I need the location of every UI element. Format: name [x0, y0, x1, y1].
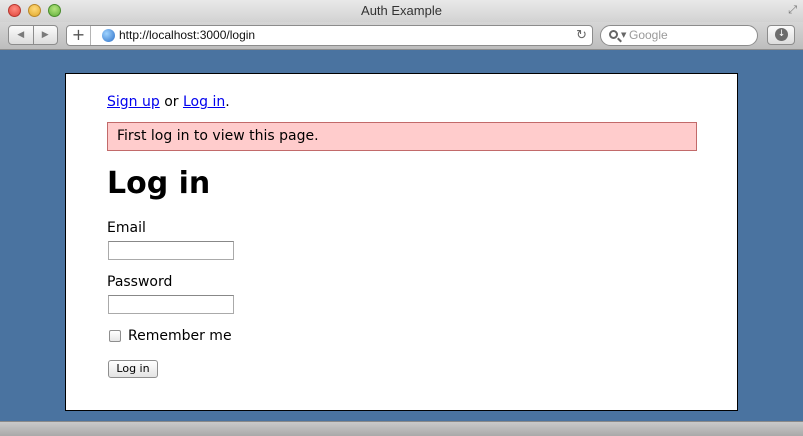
- login-link[interactable]: Log in: [183, 94, 225, 110]
- content-container: Sign up or Log in. First log in to view …: [65, 73, 738, 411]
- nav-separator: or: [159, 94, 183, 110]
- browser-toolbar: ◀ ▶ + http://localhost:3000/login ↻ ▼ Go…: [0, 22, 803, 50]
- fullscreen-icon[interactable]: ⤢: [788, 3, 797, 17]
- nav-end-punct: .: [225, 94, 230, 110]
- download-icon: ↓: [775, 28, 788, 41]
- address-bar[interactable]: + http://localhost:3000/login ↻: [66, 25, 593, 46]
- forward-button[interactable]: ▶: [32, 26, 58, 44]
- reload-icon[interactable]: ↻: [576, 26, 587, 45]
- status-bar: [0, 421, 803, 436]
- user-nav: Sign up or Log in.: [107, 94, 230, 110]
- remember-me-label[interactable]: Remember me: [128, 328, 232, 344]
- search-dropdown-icon[interactable]: ▼: [621, 26, 626, 45]
- password-label: Password: [107, 274, 173, 290]
- history-nav: ◀ ▶: [8, 25, 58, 45]
- back-button[interactable]: ◀: [9, 26, 33, 44]
- back-arrow-icon: ◀: [17, 30, 25, 40]
- signup-link[interactable]: Sign up: [107, 94, 160, 110]
- globe-icon: [102, 29, 115, 42]
- login-submit-button[interactable]: Log in: [108, 360, 158, 378]
- url-text[interactable]: http://localhost:3000/login: [119, 26, 255, 45]
- password-field[interactable]: [108, 295, 234, 314]
- downloads-button[interactable]: ↓: [767, 25, 795, 45]
- search-placeholder: Google: [629, 28, 668, 42]
- flash-message: First log in to view this page.: [107, 122, 697, 151]
- forward-arrow-icon: ▶: [41, 30, 49, 40]
- remember-me-checkbox[interactable]: [109, 330, 121, 342]
- search-icon: [609, 30, 618, 39]
- close-window-button[interactable]: [8, 4, 21, 17]
- email-label: Email: [107, 220, 146, 236]
- window-titlebar: Auth Example ⤢: [0, 0, 803, 22]
- email-field[interactable]: [108, 241, 234, 260]
- add-bookmark-icon[interactable]: +: [67, 26, 91, 45]
- search-field[interactable]: ▼ Google: [600, 25, 758, 46]
- window-title: Auth Example: [361, 3, 442, 18]
- zoom-window-button[interactable]: [48, 4, 61, 17]
- page-title: Log in: [107, 166, 211, 201]
- minimize-window-button[interactable]: [28, 4, 41, 17]
